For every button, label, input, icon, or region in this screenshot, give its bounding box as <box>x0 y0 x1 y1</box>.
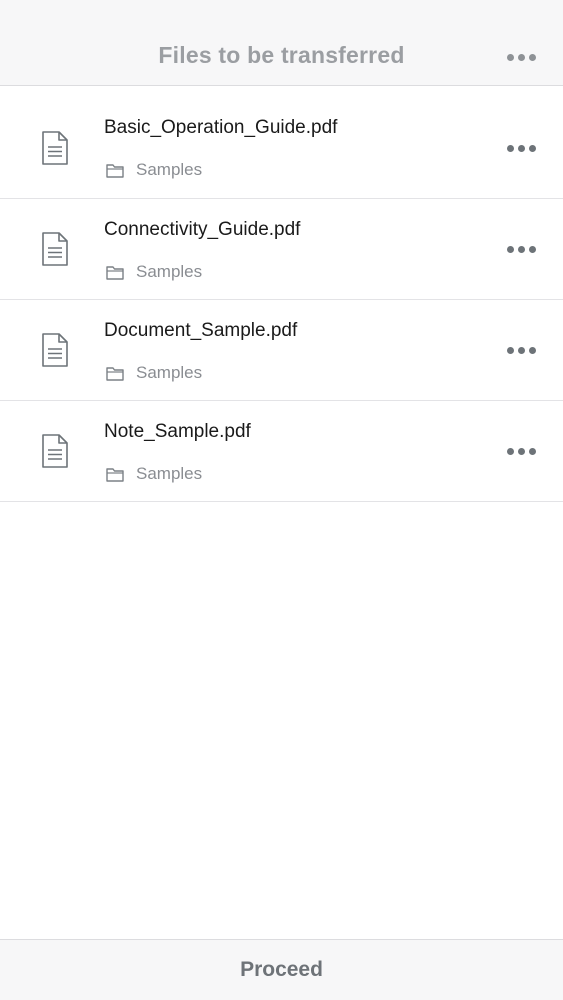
file-name: Basic_Operation_Guide.pdf <box>104 117 338 138</box>
file-name: Connectivity_Guide.pdf <box>104 219 301 240</box>
navigation-bar: Files to be transferred <box>0 0 563 86</box>
more-horizontal-icon <box>506 53 536 61</box>
folder-name: Samples <box>136 363 203 382</box>
page-title: Files to be transferred <box>158 42 405 68</box>
document-icon <box>42 232 68 266</box>
more-horizontal-icon <box>506 346 536 354</box>
folder-location: Samples <box>106 159 202 181</box>
file-row[interactable]: Note_Sample.pdf Samples <box>0 401 563 502</box>
file-more-button[interactable] <box>501 130 541 166</box>
folder-location: Samples <box>106 362 202 384</box>
file-more-button[interactable] <box>501 231 541 267</box>
proceed-button[interactable]: Proceed <box>216 950 347 990</box>
document-icon <box>42 333 68 367</box>
folder-icon <box>106 467 124 482</box>
folder-location: Samples <box>106 463 202 485</box>
folder-name: Samples <box>136 160 203 179</box>
more-horizontal-icon <box>506 447 536 455</box>
folder-icon <box>106 163 124 178</box>
folder-location: Samples <box>106 261 202 283</box>
bottom-bar: Proceed <box>0 939 563 1000</box>
more-horizontal-icon <box>506 144 536 152</box>
file-more-button[interactable] <box>501 332 541 368</box>
folder-name: Samples <box>136 464 203 483</box>
document-icon <box>42 131 68 165</box>
file-name: Document_Sample.pdf <box>104 320 298 341</box>
folder-name: Samples <box>136 262 203 281</box>
file-more-button[interactable] <box>501 433 541 469</box>
file-list: Basic_Operation_Guide.pdf Samples Connec… <box>0 87 563 502</box>
more-horizontal-icon <box>506 245 536 253</box>
header-more-button[interactable] <box>501 40 541 74</box>
file-row[interactable]: Basic_Operation_Guide.pdf Samples <box>0 87 563 199</box>
folder-icon <box>106 265 124 280</box>
file-row[interactable]: Connectivity_Guide.pdf Samples <box>0 199 563 300</box>
folder-icon <box>106 366 124 381</box>
file-name: Note_Sample.pdf <box>104 421 251 442</box>
document-icon <box>42 434 68 468</box>
file-row[interactable]: Document_Sample.pdf Samples <box>0 300 563 401</box>
